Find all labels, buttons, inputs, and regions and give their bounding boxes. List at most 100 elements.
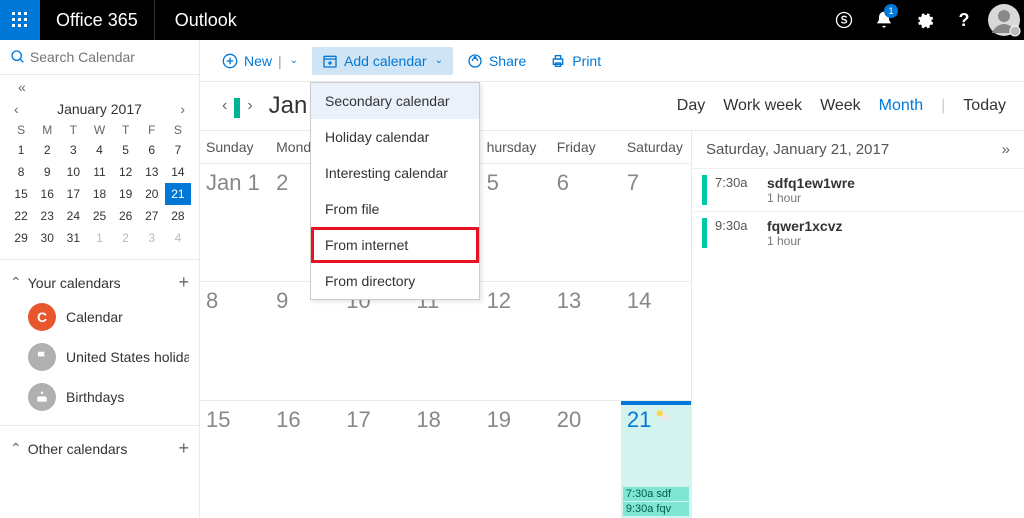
search-calendar[interactable] — [0, 40, 199, 74]
event-chip[interactable]: 9:30a fqv — [623, 502, 689, 516]
help-button[interactable]: ? — [944, 0, 984, 40]
mini-cal-day[interactable]: 1 — [8, 139, 34, 161]
day-cell[interactable]: 5 — [481, 164, 551, 281]
mini-cal-day[interactable]: 30 — [34, 227, 60, 249]
mini-cal-day[interactable]: 31 — [60, 227, 86, 249]
mini-cal-day[interactable]: 24 — [60, 205, 86, 227]
add-calendar-menu-item[interactable]: Interesting calendar — [311, 155, 479, 191]
mini-cal-day[interactable]: 16 — [34, 183, 60, 205]
day-cell[interactable]: 15 — [200, 401, 270, 518]
weekday-label: S — [8, 121, 34, 139]
agenda-item[interactable]: 9:30afqwer1xcvz1 hour — [692, 211, 1024, 254]
mini-cal-day[interactable]: 29 — [8, 227, 34, 249]
event-color-stripe — [702, 175, 707, 205]
mini-cal-day[interactable]: 3 — [60, 139, 86, 161]
share-button[interactable]: Share — [457, 47, 536, 75]
skype-button[interactable] — [824, 0, 864, 40]
prev-period-button[interactable]: ‹ — [218, 97, 231, 115]
print-button[interactable]: Print — [540, 47, 611, 75]
mini-cal-day[interactable]: 8 — [8, 161, 34, 183]
weekday-label: M — [34, 121, 60, 139]
mini-cal-day[interactable]: 2 — [34, 139, 60, 161]
mini-cal-day[interactable]: 21 — [165, 183, 191, 205]
day-cell[interactable]: 19 — [481, 401, 551, 518]
mini-cal-day[interactable]: 13 — [139, 161, 165, 183]
mini-cal-day[interactable]: 19 — [113, 183, 139, 205]
add-calendar-button[interactable]: Add calendar ⌄ — [312, 47, 453, 75]
add-your-calendar-button[interactable]: + — [178, 272, 189, 293]
day-cell[interactable]: 18 — [410, 401, 480, 518]
suite-name[interactable]: Office 365 — [40, 10, 154, 31]
day-cell[interactable]: 14 — [621, 282, 691, 399]
mini-cal-day[interactable]: 12 — [113, 161, 139, 183]
chevron-down-icon[interactable]: ⌄ — [290, 55, 298, 66]
agenda-item[interactable]: 7:30asdfq1ew1wre1 hour — [692, 168, 1024, 211]
add-calendar-menu-item[interactable]: From file — [311, 191, 479, 227]
mini-cal-day[interactable]: 11 — [86, 161, 112, 183]
mini-cal-day[interactable]: 25 — [86, 205, 112, 227]
view-switch: Day Work week Week Month | Today — [677, 97, 1006, 115]
mini-cal-day[interactable]: 4 — [165, 227, 191, 249]
day-cell[interactable]: 16 — [270, 401, 340, 518]
day-cell[interactable]: 20 — [551, 401, 621, 518]
day-cell[interactable]: 17 — [340, 401, 410, 518]
day-cell[interactable]: 13 — [551, 282, 621, 399]
mini-cal-day[interactable]: 22 — [8, 205, 34, 227]
next-month-button[interactable]: › — [174, 101, 191, 117]
add-calendar-menu-item[interactable]: Holiday calendar — [311, 119, 479, 155]
calendar-list-item[interactable]: United States holidays — [0, 337, 199, 377]
mini-cal-day[interactable]: 3 — [139, 227, 165, 249]
mini-cal-day[interactable]: 2 — [113, 227, 139, 249]
view-week[interactable]: Week — [820, 97, 861, 115]
mini-cal-day[interactable]: 14 — [165, 161, 191, 183]
main-pane: New |⌄ Add calendar ⌄ Share Pri — [200, 40, 1024, 518]
add-calendar-menu-item[interactable]: From directory — [311, 263, 479, 299]
collapse-panel-icon[interactable]: « — [12, 79, 29, 95]
calendar-list-item[interactable]: CCalendar — [0, 297, 199, 337]
view-month[interactable]: Month — [879, 97, 923, 115]
mini-cal-day[interactable]: 20 — [139, 183, 165, 205]
day-cell[interactable]: Jan 1 — [200, 164, 270, 281]
view-work-week[interactable]: Work week — [723, 97, 802, 115]
your-calendars-header[interactable]: ⌃ Your calendars + — [0, 268, 199, 297]
prev-month-button[interactable]: ‹ — [8, 101, 25, 117]
add-other-calendar-button[interactable]: + — [178, 438, 189, 459]
day-cell[interactable]: 12 — [481, 282, 551, 399]
mini-cal-day[interactable]: 4 — [86, 139, 112, 161]
next-period-button[interactable]: › — [243, 97, 256, 115]
account-button[interactable] — [984, 0, 1024, 40]
day-cell[interactable]: 8 — [200, 282, 270, 399]
calendar-list-item[interactable]: Birthdays — [0, 377, 199, 417]
mini-cal-day[interactable]: 6 — [139, 139, 165, 161]
day-cell[interactable]: 217:30a sdf9:30a fqv — [621, 401, 691, 518]
mini-cal-day[interactable]: 27 — [139, 205, 165, 227]
mini-cal-day[interactable]: 5 — [113, 139, 139, 161]
mini-cal-day[interactable]: 23 — [34, 205, 60, 227]
mini-cal-day[interactable]: 18 — [86, 183, 112, 205]
view-day[interactable]: Day — [677, 97, 705, 115]
search-input[interactable] — [30, 49, 189, 65]
app-name[interactable]: Outlook — [154, 0, 257, 40]
mini-cal-title[interactable]: January 2017 — [57, 101, 142, 117]
mini-cal-day[interactable]: 1 — [86, 227, 112, 249]
app-launcher[interactable] — [0, 0, 40, 40]
new-button[interactable]: New |⌄ — [212, 47, 308, 75]
day-cell[interactable]: 6 — [551, 164, 621, 281]
settings-button[interactable] — [904, 0, 944, 40]
day-cell[interactable]: 7 — [621, 164, 691, 281]
avatar-icon — [987, 3, 1021, 37]
notifications-button[interactable]: 1 — [864, 0, 904, 40]
mini-cal-day[interactable]: 9 — [34, 161, 60, 183]
add-calendar-menu-item[interactable]: From internet — [311, 227, 479, 263]
mini-cal-day[interactable]: 7 — [165, 139, 191, 161]
expand-day-button[interactable]: » — [1002, 141, 1010, 158]
mini-cal-day[interactable]: 28 — [165, 205, 191, 227]
event-chip[interactable]: 7:30a sdf — [623, 487, 689, 501]
today-button[interactable]: Today — [963, 97, 1006, 115]
mini-cal-day[interactable]: 15 — [8, 183, 34, 205]
mini-cal-day[interactable]: 10 — [60, 161, 86, 183]
other-calendars-header[interactable]: ⌃ Other calendars + — [0, 434, 199, 463]
add-calendar-menu-item[interactable]: Secondary calendar — [311, 83, 479, 119]
mini-cal-day[interactable]: 26 — [113, 205, 139, 227]
mini-cal-day[interactable]: 17 — [60, 183, 86, 205]
